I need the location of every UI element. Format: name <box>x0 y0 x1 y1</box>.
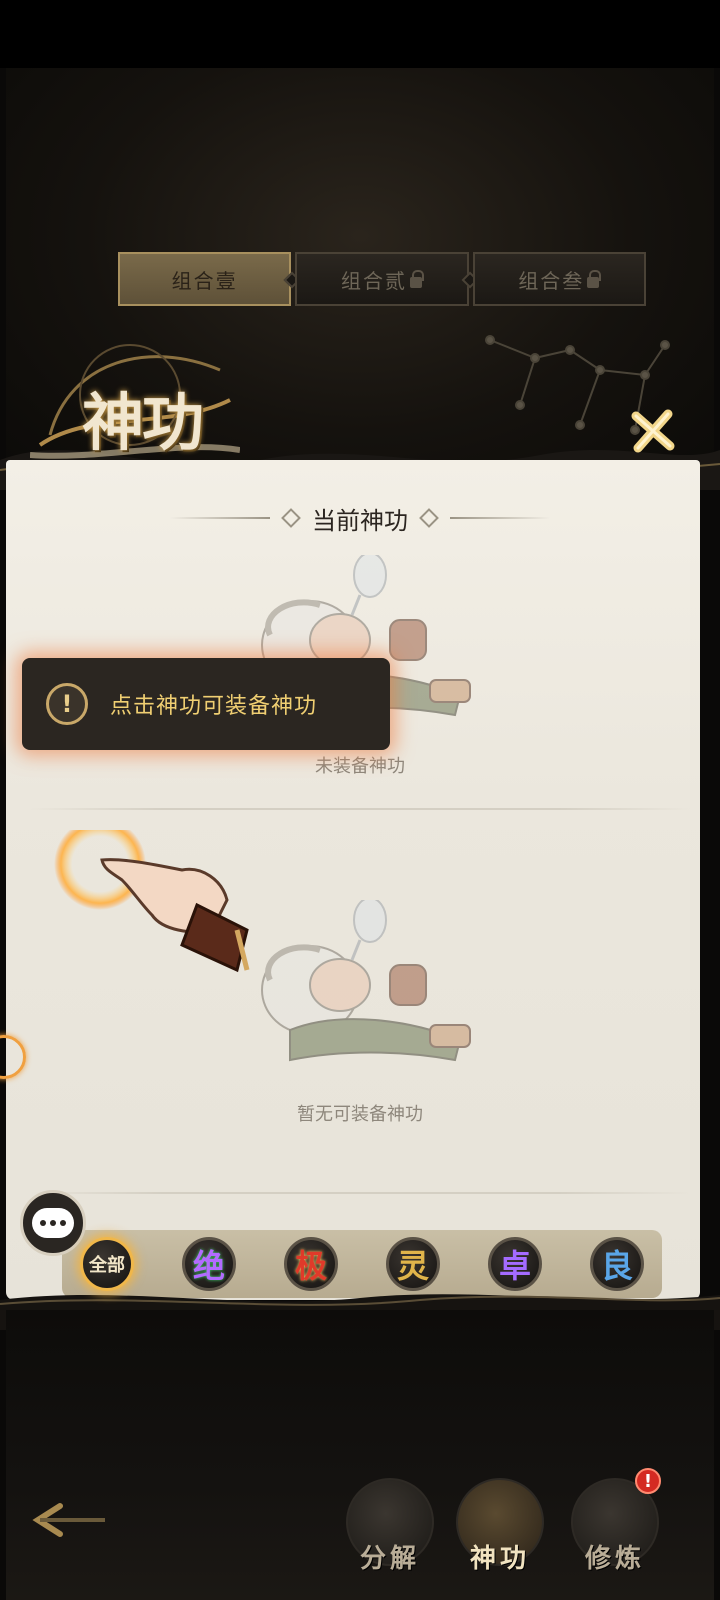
filter-label: 灵 <box>396 1247 429 1285</box>
header-line-left <box>170 517 270 519</box>
nav-label: 修炼 <box>584 1544 645 1574</box>
tab-combo-1[interactable]: 组合壹 <box>118 252 301 306</box>
nav-label: 分解 <box>359 1544 420 1574</box>
nav-decompose[interactable]: 分解 <box>340 1478 440 1588</box>
filter-label: 卓 <box>498 1247 531 1285</box>
top-black-bar <box>0 0 720 68</box>
close-button[interactable] <box>626 404 680 458</box>
no-available-text: 暂无可装备神功 <box>297 1104 423 1125</box>
filter-label: 绝 <box>192 1247 225 1285</box>
page-title: 神功 <box>82 386 204 459</box>
filter-ling[interactable]: 灵 <box>386 1237 440 1291</box>
combo-tabs: 组合壹 组合贰 组合叁 <box>118 252 646 306</box>
back-arrow-icon[interactable] <box>30 1500 110 1540</box>
chat-icon <box>32 1208 74 1238</box>
filter-all[interactable]: 全部 <box>80 1237 134 1291</box>
nav-label: 神功 <box>469 1544 530 1574</box>
hint-text: 点击神功可装备神功 <box>110 694 318 719</box>
section-divider <box>30 1192 690 1194</box>
filter-label: 全部 <box>89 1255 125 1276</box>
nav-cultivate[interactable]: 修炼 ! <box>565 1468 665 1588</box>
tab-label: 组合贰 <box>340 268 407 293</box>
pointing-hand-icon <box>54 830 250 973</box>
tab-combo-3[interactable]: 组合叁 <box>472 252 646 306</box>
section-title: 当前神功 <box>312 506 408 535</box>
tab-label: 组合叁 <box>518 268 585 293</box>
tab-label: 组合壹 <box>171 268 238 293</box>
lock-icon <box>586 270 602 288</box>
filter-ji[interactable]: 极 <box>284 1237 338 1291</box>
lock-icon <box>409 270 424 288</box>
section-divider <box>30 808 690 810</box>
diamond-ornament <box>281 508 301 528</box>
chat-button[interactable] <box>20 1190 86 1256</box>
filter-liang[interactable]: 良 <box>590 1237 644 1291</box>
sleeping-old-man-illustration <box>261 900 471 1062</box>
diamond-ornament <box>419 508 439 528</box>
filter-label: 极 <box>294 1247 327 1285</box>
notification-badge: ! <box>635 1468 661 1494</box>
header-line-right <box>450 517 550 519</box>
page-title-block: 神功 <box>30 340 240 470</box>
close-icon <box>631 409 675 453</box>
current-section-header: 当前神功 <box>150 500 570 536</box>
filter-label: 良 <box>600 1247 633 1285</box>
filter-jue[interactable]: 绝 <box>182 1237 236 1291</box>
game-screen: 组合壹 组合贰 组合叁 神功 当前神功 未装备神功 ! 点击神功可装备神功 暂无… <box>0 0 720 1600</box>
no-equipped-text: 未装备神功 <box>315 756 405 777</box>
filter-zhuo[interactable]: 卓 <box>488 1237 542 1291</box>
tab-combo-2[interactable]: 组合贰 <box>295 252 479 306</box>
alert-icon: ! <box>46 683 88 725</box>
hint-tooltip: ! 点击神功可装备神功 <box>22 658 390 750</box>
nav-divine-skill[interactable]: 神功 <box>450 1478 550 1588</box>
